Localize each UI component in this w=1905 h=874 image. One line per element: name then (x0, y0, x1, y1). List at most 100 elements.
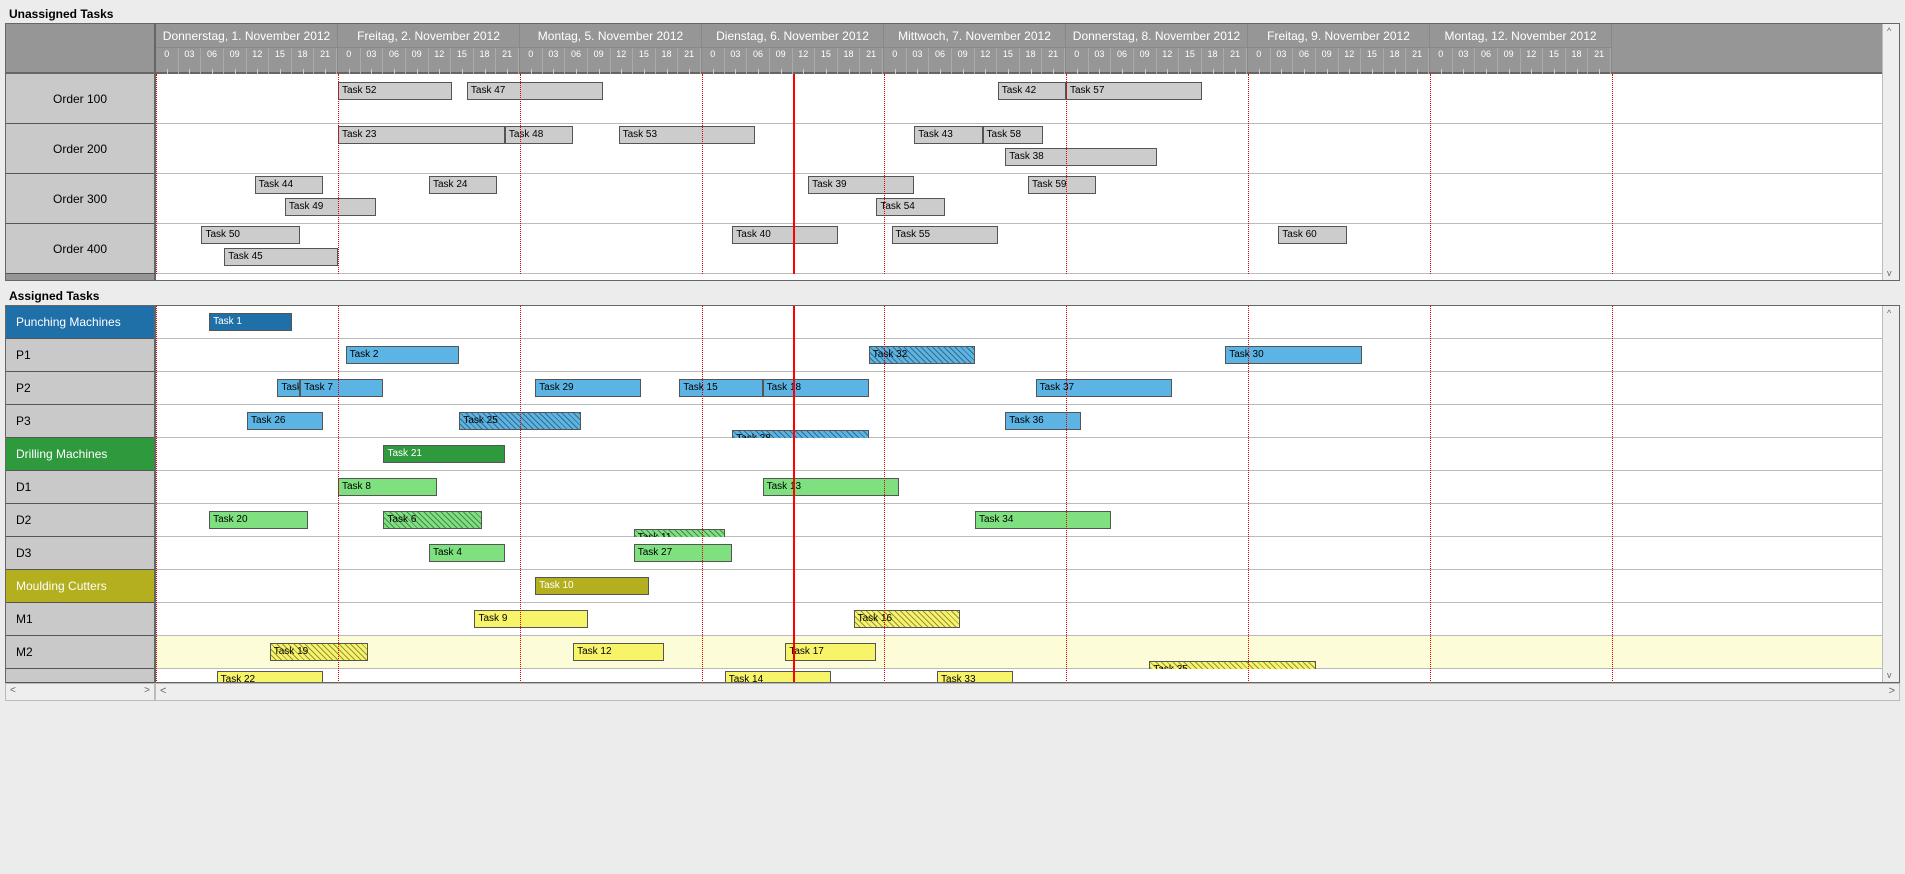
task-bar[interactable]: Task 26 (247, 412, 323, 430)
task-bar[interactable]: Task 36 (1005, 412, 1081, 430)
task-bar[interactable]: Task 8 (338, 478, 437, 496)
task-bar[interactable]: Task 25 (459, 412, 580, 430)
timeline-scrollbar[interactable] (155, 683, 1900, 701)
timeline-row[interactable]: Task 1 (156, 306, 1882, 339)
timeline-row[interactable]: Task 3Task 7 Task 29 Task 15Task 18 Task 37 (156, 372, 1882, 405)
unassigned-right-pane[interactable]: Donnerstag, 1. November 2012003060912151… (156, 24, 1899, 280)
row-label[interactable]: D3 (6, 537, 154, 570)
row-label[interactable]: P3 (6, 405, 154, 438)
task-bar[interactable]: Task 15 (679, 379, 762, 397)
task-bar[interactable]: Task 2 (346, 346, 460, 364)
task-bar[interactable]: Task 44 (255, 176, 323, 194)
vertical-scrollbar[interactable] (1882, 24, 1899, 280)
timeline-row[interactable]: Task 44 Task 24 Task 39 Task 59 Task 49 Task … (156, 174, 1882, 224)
hour-tick: 06 (929, 48, 952, 74)
task-bar[interactable]: Task 7 (300, 379, 383, 397)
task-bar[interactable]: Task 19 (270, 643, 369, 661)
task-bar[interactable]: Task 34 (975, 511, 1111, 529)
task-bar[interactable]: Task 6 (383, 511, 482, 529)
timeline-row[interactable]: Task 9 Task 16 (156, 603, 1882, 636)
left-scrollbar[interactable] (5, 683, 155, 701)
hour-tick: 21 (1406, 48, 1429, 74)
row-label[interactable]: D1 (6, 471, 154, 504)
task-bar[interactable]: Task 22 (217, 671, 323, 682)
resource-group-label[interactable]: Moulding Cutters (6, 570, 154, 603)
day-label: Freitag, 9. November 2012 (1248, 24, 1429, 48)
timeline-row[interactable]: Task 19Task 12Task 17Task 35 (156, 636, 1882, 669)
task-bar[interactable]: Task 58 (983, 126, 1044, 144)
task-bar[interactable]: Task 59 (1028, 176, 1096, 194)
row-label[interactable]: Order 300 (6, 174, 154, 224)
task-bar[interactable]: Task 12 (573, 643, 664, 661)
row-label[interactable]: Order 400 (6, 224, 154, 274)
task-bar[interactable]: Task 27 (634, 544, 733, 562)
row-label[interactable]: Order 200 (6, 124, 154, 174)
row-label[interactable]: D2 (6, 504, 154, 537)
task-bar[interactable]: Task 43 (914, 126, 982, 144)
task-bar[interactable]: Task 24 (429, 176, 497, 194)
assigned-rows[interactable]: Task 1Task 2Task 32Task 30Task 3Task 7Ta… (156, 306, 1882, 682)
row-label[interactable]: P1 (6, 339, 154, 372)
timeline-row[interactable]: Task 52 Task 47 Task 42Task 57 (156, 74, 1882, 124)
timeline-row[interactable]: Task 10 (156, 570, 1882, 603)
task-bar[interactable]: Task 20 (209, 511, 308, 529)
task-bar[interactable]: Task 30 (1225, 346, 1361, 364)
hour-tick: 18 (1384, 48, 1407, 74)
hour-tick: 0 (884, 48, 907, 74)
timeline-row[interactable]: Task 4 Task 27 (156, 537, 1882, 570)
task-bar[interactable]: Task 54 (876, 198, 944, 216)
task-bar[interactable]: Task 1 (209, 313, 292, 331)
hour-tick: 06 (201, 48, 224, 74)
assigned-section-title: Assigned Tasks (5, 287, 1900, 305)
timeline-row[interactable]: Task 50 Task 40 Task 55 Task 60 Task 45 (156, 224, 1882, 274)
task-bar[interactable]: Task 4 (429, 544, 505, 562)
task-bar[interactable]: Task 50 (201, 226, 300, 244)
task-bar[interactable]: Task 17 (785, 643, 876, 661)
task-bar[interactable]: Task 33 (937, 671, 1013, 682)
task-bar[interactable]: Task 49 (285, 198, 376, 216)
task-bar[interactable]: Task 57 (1066, 82, 1202, 100)
task-bar[interactable]: Task 38 (1005, 148, 1157, 166)
timeline-row[interactable]: Task 20Task 6Task 11Task 34 (156, 504, 1882, 537)
task-bar[interactable]: Task 40 (732, 226, 838, 244)
task-bar[interactable]: Task 60 (1278, 226, 1346, 244)
vertical-scrollbar[interactable] (1882, 306, 1899, 682)
hour-tick: 15 (633, 48, 656, 74)
row-label[interactable]: M1 (6, 603, 154, 636)
timeline-row[interactable]: Task 26Task 25Task 28Task 36 (156, 405, 1882, 438)
row-label[interactable] (6, 669, 154, 683)
timeline-row[interactable]: Task 22 Task 14 Task 33 (156, 669, 1882, 682)
timeline-row[interactable]: Task 8 Task 13 (156, 471, 1882, 504)
resource-group-label[interactable]: Drilling Machines (6, 438, 154, 471)
task-bar[interactable]: Task 18 (763, 379, 869, 397)
timeline-row[interactable]: Task 23Task 48 Task 53 Task 43Task 58 Task … (156, 124, 1882, 174)
resource-group-label[interactable]: Punching Machines (6, 306, 154, 339)
unassigned-rows[interactable]: Task 52Task 47Task 42Task 57Task 23Task … (156, 74, 1882, 274)
task-bar[interactable]: Task 37 (1036, 379, 1172, 397)
task-bar[interactable]: Task 48 (505, 126, 573, 144)
task-bar[interactable]: Task 21 (383, 445, 504, 463)
task-bar[interactable]: Task 16 (854, 610, 960, 628)
timeline-row[interactable]: Task 2 Task 32 Task 30 (156, 339, 1882, 372)
row-label[interactable]: Order 100 (6, 74, 154, 124)
task-bar[interactable]: Task 3 (277, 379, 300, 397)
task-bar[interactable]: Task 13 (763, 478, 899, 496)
assigned-right-pane[interactable]: Task 1Task 2Task 32Task 30Task 3Task 7Ta… (156, 306, 1899, 682)
task-bar[interactable]: Task 32 (869, 346, 975, 364)
task-bar[interactable]: Task 39 (808, 176, 914, 194)
task-bar[interactable]: Task 47 (467, 82, 603, 100)
task-bar[interactable]: Task 9 (474, 610, 588, 628)
assigned-grid: Punching MachinesP1P2P3Drilling Machines… (5, 305, 1900, 683)
row-label[interactable]: P2 (6, 372, 154, 405)
timeline-row[interactable]: Task 21 (156, 438, 1882, 471)
task-bar[interactable]: Task 52 (338, 82, 452, 100)
task-bar[interactable]: Task 10 (535, 577, 649, 595)
task-bar[interactable]: Task 53 (619, 126, 755, 144)
row-label[interactable]: M2 (6, 636, 154, 669)
task-bar[interactable]: Task 45 (224, 248, 338, 266)
task-bar[interactable]: Task 55 (892, 226, 998, 244)
task-bar[interactable]: Task 29 (535, 379, 641, 397)
task-bar[interactable]: Task 23 (338, 126, 505, 144)
task-bar[interactable]: Task 14 (725, 671, 831, 682)
task-bar[interactable]: Task 42 (998, 82, 1066, 100)
